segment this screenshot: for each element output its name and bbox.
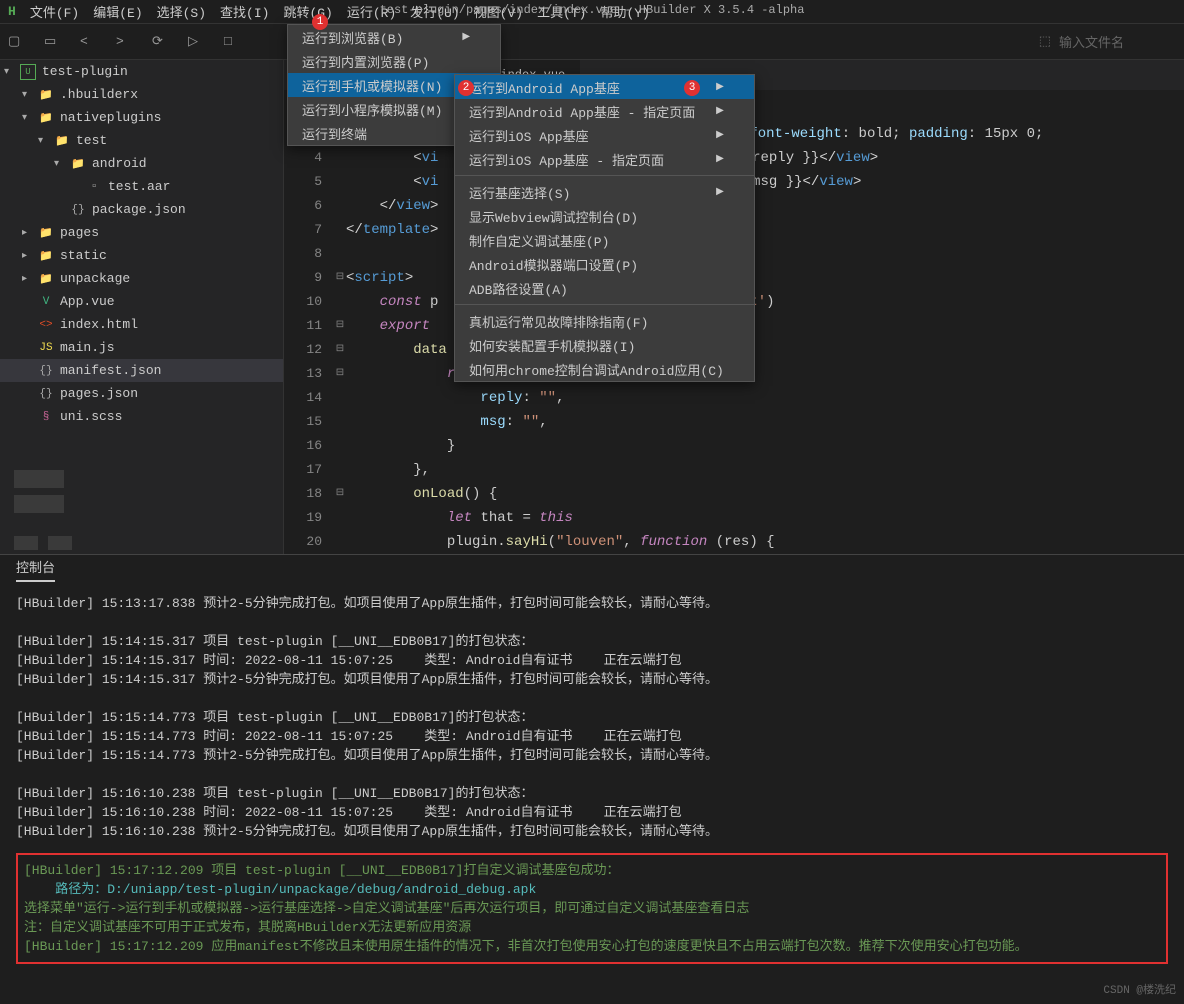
tree-item[interactable]: {}manifest.json <box>0 359 283 382</box>
back-icon[interactable]: < <box>80 34 96 50</box>
tree-root[interactable]: ▾U test-plugin <box>0 60 283 83</box>
menu-item[interactable]: 运行到内置浏览器(P) <box>288 49 500 73</box>
search-icon[interactable]: ⬚ <box>1039 34 1051 49</box>
annotation-badge: 2 <box>458 80 474 96</box>
box-icon[interactable]: □ <box>224 34 240 50</box>
menu-item[interactable]: Android模拟器端口设置(P) <box>455 252 754 276</box>
blurred-1 <box>14 470 64 488</box>
tree-item[interactable]: ▾📁.hbuilderx <box>0 83 283 106</box>
app-logo: H <box>8 4 16 19</box>
tree-label: android <box>92 156 147 171</box>
annotation-badge: 3 <box>684 80 700 96</box>
new-file-icon[interactable]: ▢ <box>8 34 24 50</box>
file-explorer: ▾U test-plugin ▾📁.hbuilderx▾📁nativeplugi… <box>0 60 284 554</box>
tree-label: pages.json <box>60 386 138 401</box>
tree-label: uni.scss <box>60 409 122 424</box>
menu-item[interactable]: 制作自定义调试基座(P) <box>455 228 754 252</box>
blurred-3 <box>14 536 38 550</box>
menu-item[interactable]: 运行到Android App基座 - 指定页面▶ <box>455 99 754 123</box>
menu-edit[interactable]: 编辑(E) <box>93 2 142 21</box>
menu-file[interactable]: 文件(F) <box>30 2 79 21</box>
console-highlight-box: [HBuilder] 15:17:12.209 项目 test-plugin [… <box>16 853 1168 964</box>
menu-item[interactable]: 显示Webview调试控制台(D) <box>455 204 754 228</box>
annotation-badge: 1 <box>312 14 328 30</box>
tree-item[interactable]: ▫test.aar <box>0 175 283 198</box>
search-box: ⬚ 输入文件名 <box>1039 32 1124 51</box>
tree-label: main.js <box>60 340 115 355</box>
tree-label: .hbuilderx <box>60 87 138 102</box>
tree-label: unpackage <box>60 271 130 286</box>
menu-item[interactable]: 运行到Android App基座▶ <box>455 75 754 99</box>
tree-label: index.html <box>60 317 138 332</box>
menu-select[interactable]: 选择(S) <box>157 2 206 21</box>
forward-icon[interactable]: > <box>116 34 132 50</box>
refresh-icon[interactable]: ⟳ <box>152 34 168 50</box>
blurred-4 <box>48 536 72 550</box>
tree-item[interactable]: VApp.vue <box>0 290 283 313</box>
tree-item[interactable]: ▸📁static <box>0 244 283 267</box>
toolbar: ▢ ▭ < > ⟳ ▷ □ ⬚ 输入文件名 <box>0 24 1184 60</box>
menu-item[interactable]: 运行基座选择(S)▶ <box>455 180 754 204</box>
tree-item[interactable]: §uni.scss <box>0 405 283 428</box>
tree-label: package.json <box>92 202 186 217</box>
menu-item[interactable]: 运行到iOS App基座▶ <box>455 123 754 147</box>
tree-item[interactable]: ▸📁pages <box>0 221 283 244</box>
menu-item[interactable]: ADB路径设置(A) <box>455 276 754 300</box>
menu-item[interactable]: 如何用chrome控制台调试Android应用(C) <box>455 357 754 381</box>
search-placeholder[interactable]: 输入文件名 <box>1059 32 1124 51</box>
tree-item[interactable]: {}package.json <box>0 198 283 221</box>
window-title: test-plugin/pages/index/index.vue - HBui… <box>380 3 805 17</box>
tree-label: test.aar <box>108 179 170 194</box>
menu-item[interactable]: 如何安装配置手机模拟器(I) <box>455 333 754 357</box>
tree-item[interactable]: ▸📁unpackage <box>0 267 283 290</box>
watermark: CSDN @楼洗纪 <box>1103 981 1176 997</box>
tree-label: pages <box>60 225 99 240</box>
menu-item[interactable]: 运行到iOS App基座 - 指定页面▶ <box>455 147 754 171</box>
tree-item[interactable]: ▾📁android <box>0 152 283 175</box>
tree-item[interactable]: JSmain.js <box>0 336 283 359</box>
menu-item[interactable]: 真机运行常见故障排除指南(F) <box>455 309 754 333</box>
tree-item[interactable]: {}pages.json <box>0 382 283 405</box>
tree-label: nativeplugins <box>60 110 161 125</box>
play-icon[interactable]: ▷ <box>188 34 204 50</box>
tree-root-label: test-plugin <box>42 64 128 79</box>
open-icon[interactable]: ▭ <box>44 34 60 50</box>
tree-item[interactable]: ▾📁test <box>0 129 283 152</box>
tree-label: test <box>76 133 107 148</box>
run-device-submenu: 运行到Android App基座▶运行到Android App基座 - 指定页面… <box>454 74 755 382</box>
tree-item[interactable]: <>index.html <box>0 313 283 336</box>
menu-find[interactable]: 查找(I) <box>220 2 269 21</box>
console-header: 控制台 <box>0 554 1184 584</box>
tree-label: App.vue <box>60 294 115 309</box>
console-tab[interactable]: 控制台 <box>16 557 55 582</box>
console[interactable]: [HBuilder] 15:13:17.838 预计2-5分钟完成打包。如项目使… <box>0 584 1184 1004</box>
tree-label: manifest.json <box>60 363 161 378</box>
blurred-2 <box>14 495 64 513</box>
tree-label: static <box>60 248 107 263</box>
tree-item[interactable]: ▾📁nativeplugins <box>0 106 283 129</box>
